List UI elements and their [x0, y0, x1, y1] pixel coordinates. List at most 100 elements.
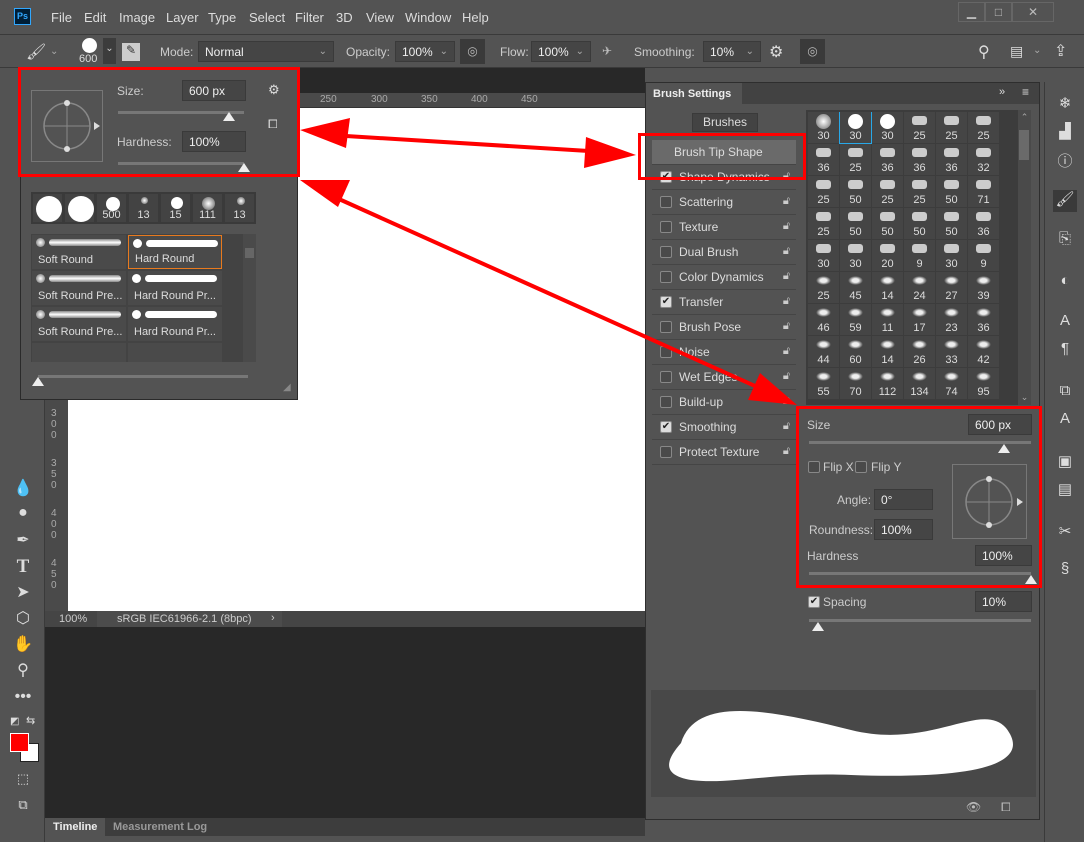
brush-tip[interactable]: 11 [872, 304, 903, 335]
menu-layer[interactable]: Layer [166, 10, 199, 25]
brush-tip[interactable]: 9 [904, 240, 935, 271]
brush-tip[interactable]: 14 [872, 272, 903, 303]
brush-tip[interactable]: 20 [872, 240, 903, 271]
gear-icon[interactable]: ⚙ [769, 42, 783, 62]
blur-drop-icon[interactable]: 💧 [10, 478, 36, 500]
type-icon[interactable]: T [10, 556, 36, 578]
brush-tip[interactable]: 30 [936, 240, 967, 271]
option-checkbox[interactable] [660, 371, 672, 383]
brush-tip[interactable]: 59 [840, 304, 871, 335]
menu-file[interactable]: File [51, 10, 72, 25]
brush-tip[interactable]: 25 [808, 208, 839, 239]
notes-icon[interactable]: ▤ [1053, 480, 1077, 502]
option-checkbox[interactable] [660, 396, 672, 408]
shape-icon[interactable]: ⬡ [10, 608, 36, 630]
brush-tip[interactable]: 32 [968, 144, 999, 175]
recent-brush[interactable]: 111 [192, 193, 223, 223]
close-button[interactable]: ✕ [1012, 2, 1054, 22]
recent-brush[interactable] [32, 193, 63, 223]
brush-preset[interactable]: Soft Round [32, 235, 126, 269]
brush-tip[interactable]: 46 [808, 304, 839, 335]
workspace-icon[interactable]: ▤ [1010, 43, 1023, 60]
spacing-thumb[interactable] [811, 622, 824, 631]
brush-tip[interactable]: 25 [808, 272, 839, 303]
brush-settings-toggle-icon[interactable]: ✎ [122, 43, 140, 61]
mode-select[interactable]: Normal ⌄ [198, 41, 334, 62]
zoom-icon[interactable]: ⚲ [10, 660, 36, 682]
recent-brush[interactable]: 15 [160, 193, 191, 223]
brush-tip[interactable]: 60 [840, 336, 871, 367]
spacing-slider[interactable] [809, 619, 1031, 622]
swap-colors-icon[interactable]: ⇆ [26, 714, 35, 727]
brush-tip[interactable]: 112 [872, 368, 903, 399]
smoothing-input[interactable]: 10% ⌄ [703, 41, 761, 62]
brush-settings-icon[interactable]: 🖌 [1053, 190, 1077, 212]
lock-icon[interactable]: 🔓︎ [783, 395, 790, 408]
resize-grip-icon[interactable]: ◢ [283, 382, 291, 393]
menu-3d[interactable]: 3D [336, 10, 353, 25]
brush-tip[interactable]: 50 [936, 176, 967, 207]
lock-icon[interactable]: 🔓︎ [783, 245, 790, 258]
share-icon[interactable]: ⇪ [1054, 41, 1067, 61]
brush-tip[interactable]: 50 [904, 208, 935, 239]
tab-brush-settings[interactable]: Brush Settings [646, 83, 742, 104]
brush-tip[interactable]: 55 [808, 368, 839, 399]
quick-mask-icon[interactable]: ⬚ [10, 771, 36, 793]
option-checkbox[interactable] [660, 221, 672, 233]
brush-preset[interactable] [32, 343, 126, 362]
menu-window[interactable]: Window [405, 10, 451, 25]
hand-icon[interactable]: ✋ [10, 634, 36, 656]
paths-icon[interactable]: § [1053, 560, 1077, 582]
brush-tip[interactable]: 36 [968, 304, 999, 335]
brush-preset[interactable]: Hard Round Pr... [128, 271, 222, 305]
brush-tip[interactable]: 17 [904, 304, 935, 335]
minimize-button[interactable]: ▁ [958, 2, 985, 22]
brush-option-protect-texture[interactable]: Protect Texture 🔓︎ [652, 440, 796, 465]
dodge-icon[interactable]: ● [10, 504, 36, 526]
path-select-icon[interactable]: ➤ [10, 582, 36, 604]
pressure-size-icon[interactable]: ◎ [800, 39, 825, 64]
brush-preset[interactable]: Hard Round Pr... [128, 307, 222, 341]
brush-tip[interactable]: 23 [936, 304, 967, 335]
spacing-checkbox[interactable]: ✔ [808, 596, 820, 608]
option-checkbox[interactable] [660, 196, 672, 208]
brush-tip[interactable]: 50 [840, 208, 871, 239]
brush-tip[interactable]: 24 [904, 272, 935, 303]
brush-tip[interactable]: 25 [840, 144, 871, 175]
search-icon[interactable]: ⚲ [978, 42, 990, 62]
brush-option-color-dynamics[interactable]: Color Dynamics 🔓︎ [652, 265, 796, 290]
brush-option-smoothing[interactable]: ✔ Smoothing 🔓︎ [652, 415, 796, 440]
clone-source-icon[interactable]: ⎘ [1053, 230, 1077, 252]
brush-tip[interactable]: 25 [872, 176, 903, 207]
chevron-down-icon[interactable]: ⌄ [1033, 45, 1041, 56]
tab-timeline[interactable]: Timeline [45, 818, 106, 836]
recent-brush[interactable]: 13 [128, 193, 159, 223]
info-icon[interactable]: ⓘ [1053, 150, 1077, 172]
option-checkbox[interactable] [660, 271, 672, 283]
brush-tip[interactable]: 70 [840, 368, 871, 399]
flow-input[interactable]: 100% ⌄ [531, 41, 591, 62]
brush-tip[interactable]: 74 [936, 368, 967, 399]
adjustments-icon[interactable]: ◐ [1053, 272, 1077, 294]
brush-tip[interactable]: 30 [839, 112, 872, 144]
option-checkbox[interactable] [660, 346, 672, 358]
option-checkbox[interactable]: ✔ [660, 421, 672, 433]
brush-preset[interactable]: Soft Round Pre... [32, 307, 126, 341]
brush-option-build-up[interactable]: Build-up 🔓︎ [652, 390, 796, 415]
brush-tip[interactable]: 44 [808, 336, 839, 367]
toggle-preview-icon[interactable]: 👁 [966, 800, 981, 814]
brush-tip[interactable]: 30 [808, 112, 839, 143]
recent-brush[interactable]: 500 [96, 193, 127, 223]
brush-option-noise[interactable]: Noise 🔓︎ [652, 340, 796, 365]
lock-icon[interactable]: 🔓︎ [783, 220, 790, 233]
brush-tip[interactable]: 30 [808, 240, 839, 271]
preview-size-thumb[interactable] [32, 377, 44, 386]
brush-tip[interactable]: 45 [840, 272, 871, 303]
brush-tip[interactable]: 30 [872, 112, 903, 143]
opacity-input[interactable]: 100% ⌄ [395, 41, 455, 62]
brush-tip[interactable]: 30 [840, 240, 871, 271]
brush-tip[interactable]: 25 [968, 112, 999, 143]
brush-tip[interactable]: 50 [936, 208, 967, 239]
brush-preview-icon[interactable] [82, 38, 97, 53]
brush-tool-icon[interactable]: 🖌 [26, 42, 46, 62]
